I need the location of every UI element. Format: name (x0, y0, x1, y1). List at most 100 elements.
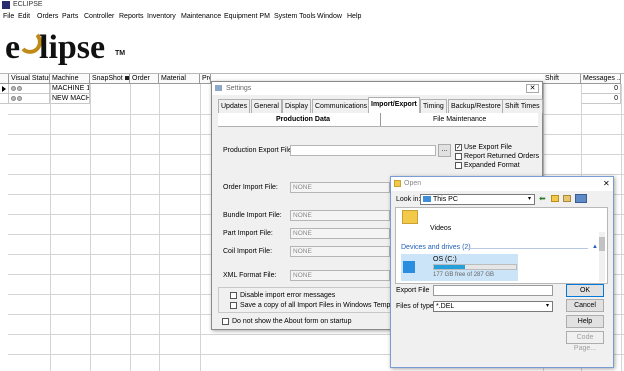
status-dot-icon (17, 86, 22, 91)
browse-button[interactable]: ... (438, 144, 451, 157)
tab-general[interactable]: General (251, 99, 282, 113)
scrollbar-thumb[interactable] (599, 237, 605, 251)
menu-controller[interactable]: Controller (84, 13, 114, 20)
grid-line (200, 84, 201, 371)
disable-import-errors-label: Disable import error messages (240, 292, 336, 299)
back-arrow-icon[interactable]: ⬅ (539, 194, 546, 203)
visual-status-cell (9, 84, 50, 94)
expanded-format-label: Expanded Format (464, 162, 520, 169)
dont-show-about-checkbox[interactable] (222, 318, 229, 325)
col-machine[interactable]: Machine (50, 74, 90, 84)
tab-communications[interactable]: Communications (312, 99, 371, 113)
files-of-type-combo[interactable]: *.DEL ▾ (433, 301, 553, 312)
settings-close-button[interactable]: ✕ (526, 84, 539, 93)
visual-status-cell (9, 94, 50, 104)
order-import-label: Order Import File: (223, 184, 278, 191)
col-shift[interactable]: Shift (543, 74, 581, 84)
subtab-file-maintenance[interactable]: File Maintenance (433, 116, 486, 123)
part-import-field[interactable]: NONE (290, 228, 390, 239)
tab-display[interactable]: Display (282, 99, 311, 113)
new-folder-icon[interactable] (563, 195, 571, 202)
ok-button[interactable]: OK (566, 284, 604, 297)
xml-format-label: XML Format File: (223, 272, 277, 279)
videos-item[interactable]: Videos (430, 225, 451, 232)
open-close-button[interactable]: ✕ (603, 179, 610, 188)
col-order[interactable]: Order (130, 74, 159, 84)
xml-format-field[interactable]: NONE (290, 270, 390, 281)
subtab-production-data[interactable]: Production Data (276, 116, 330, 123)
status-dot-icon (17, 96, 22, 101)
devices-divider (466, 248, 588, 249)
up-folder-icon[interactable] (551, 195, 559, 202)
drive-c-item[interactable]: OS (C:) 177 GB free of 287 GB (401, 254, 518, 281)
bundle-import-field[interactable]: NONE (290, 210, 390, 221)
menu-equipment-pm[interactable]: Equipment PM (224, 13, 270, 20)
menu-reports[interactable]: Reports (119, 13, 144, 20)
machine-cell[interactable]: MACHINE 1 (50, 84, 90, 94)
window-title: ECLIPSE (13, 1, 43, 8)
chevron-down-icon: ▾ (527, 196, 531, 202)
disable-import-errors-checkbox[interactable] (230, 292, 237, 299)
export-file-field[interactable] (433, 285, 553, 296)
export-file-label: Export File (396, 287, 430, 294)
settings-subtabs: Production Data File Maintenance (218, 113, 538, 127)
code-page-button[interactable]: Code Page... (566, 331, 604, 352)
files-of-type-label: Files of type: (396, 303, 436, 310)
grid-line (50, 84, 51, 371)
coil-import-field[interactable]: NONE (290, 246, 390, 257)
menu-maintenance[interactable]: Maintenance (181, 13, 221, 20)
current-row-arrow-icon (2, 86, 6, 92)
look-in-value: This PC (433, 196, 458, 203)
view-menu-icon[interactable] (575, 194, 587, 203)
save-copy-label: Save a copy of all Import Files in Windo… (240, 302, 410, 309)
file-list[interactable]: Videos Devices and drives (2) ▲ OS (C:) … (395, 207, 608, 284)
col-snapshot[interactable]: SnapShot (90, 74, 130, 84)
order-import-field[interactable]: NONE (290, 182, 390, 193)
tab-updates[interactable]: Updates (218, 99, 251, 113)
report-returned-orders-checkbox[interactable] (455, 153, 462, 160)
save-copy-checkbox[interactable] (230, 302, 237, 309)
menu-orders[interactable]: Orders (37, 13, 58, 20)
logo-crescent (21, 33, 42, 54)
col-messages[interactable]: Messages ... (581, 74, 621, 84)
open-title: Open (404, 180, 422, 187)
expanded-format-checkbox[interactable] (455, 162, 462, 169)
tab-backup-restore[interactable]: Backup/Restore (448, 99, 504, 113)
grid-line (130, 84, 131, 371)
menu-window[interactable]: Window (317, 13, 342, 20)
title-bar: ECLIPSE (0, 0, 624, 10)
machine-cell[interactable]: NEW MACHIN (50, 94, 90, 104)
look-in-combo[interactable]: This PC ▾ (420, 194, 535, 205)
cancel-button[interactable]: Cancel (566, 299, 604, 312)
drive-usage-fill (434, 265, 466, 269)
report-returned-orders-label: Report Returned Orders (464, 153, 540, 160)
look-in-label: Look in: (396, 196, 421, 203)
tab-import-export[interactable]: Import/Export (368, 97, 420, 113)
help-button[interactable]: Help (566, 315, 604, 328)
this-pc-icon (423, 196, 431, 203)
logo-tm: TM (115, 50, 125, 57)
col-visual-status[interactable]: Visual Status (9, 74, 50, 84)
col-pro[interactable]: Pro (200, 74, 211, 84)
scrollbar[interactable] (599, 232, 605, 282)
use-export-file-checkbox[interactable]: ✓ (455, 144, 462, 151)
menu-file[interactable]: File (3, 13, 14, 20)
menu-inventory[interactable]: Inventory (147, 13, 176, 20)
tab-timing[interactable]: Timing (420, 99, 447, 113)
drive-usage-bar (433, 264, 517, 270)
col-material[interactable]: Material (159, 74, 200, 84)
open-file-dialog: Open ✕ Look in: This PC ▾ ⬅ Videos Devic… (390, 176, 614, 368)
drive-name: OS (C:) (433, 256, 457, 263)
coil-import-label: Coil Import File: (223, 248, 273, 255)
open-title-bar: Open ✕ (391, 177, 613, 191)
chevron-up-icon[interactable]: ▲ (592, 244, 598, 250)
menu-help[interactable]: Help (347, 13, 361, 20)
tab-shift-times[interactable]: Shift Times (502, 99, 543, 113)
files-of-type-value: *.DEL (436, 303, 455, 310)
production-export-field[interactable] (290, 145, 436, 156)
menu-parts[interactable]: Parts (62, 13, 78, 20)
videos-folder-icon (402, 210, 418, 224)
subtab-divider (380, 113, 381, 126)
menu-edit[interactable]: Edit (18, 13, 30, 20)
menu-system-tools[interactable]: System Tools (274, 13, 316, 20)
